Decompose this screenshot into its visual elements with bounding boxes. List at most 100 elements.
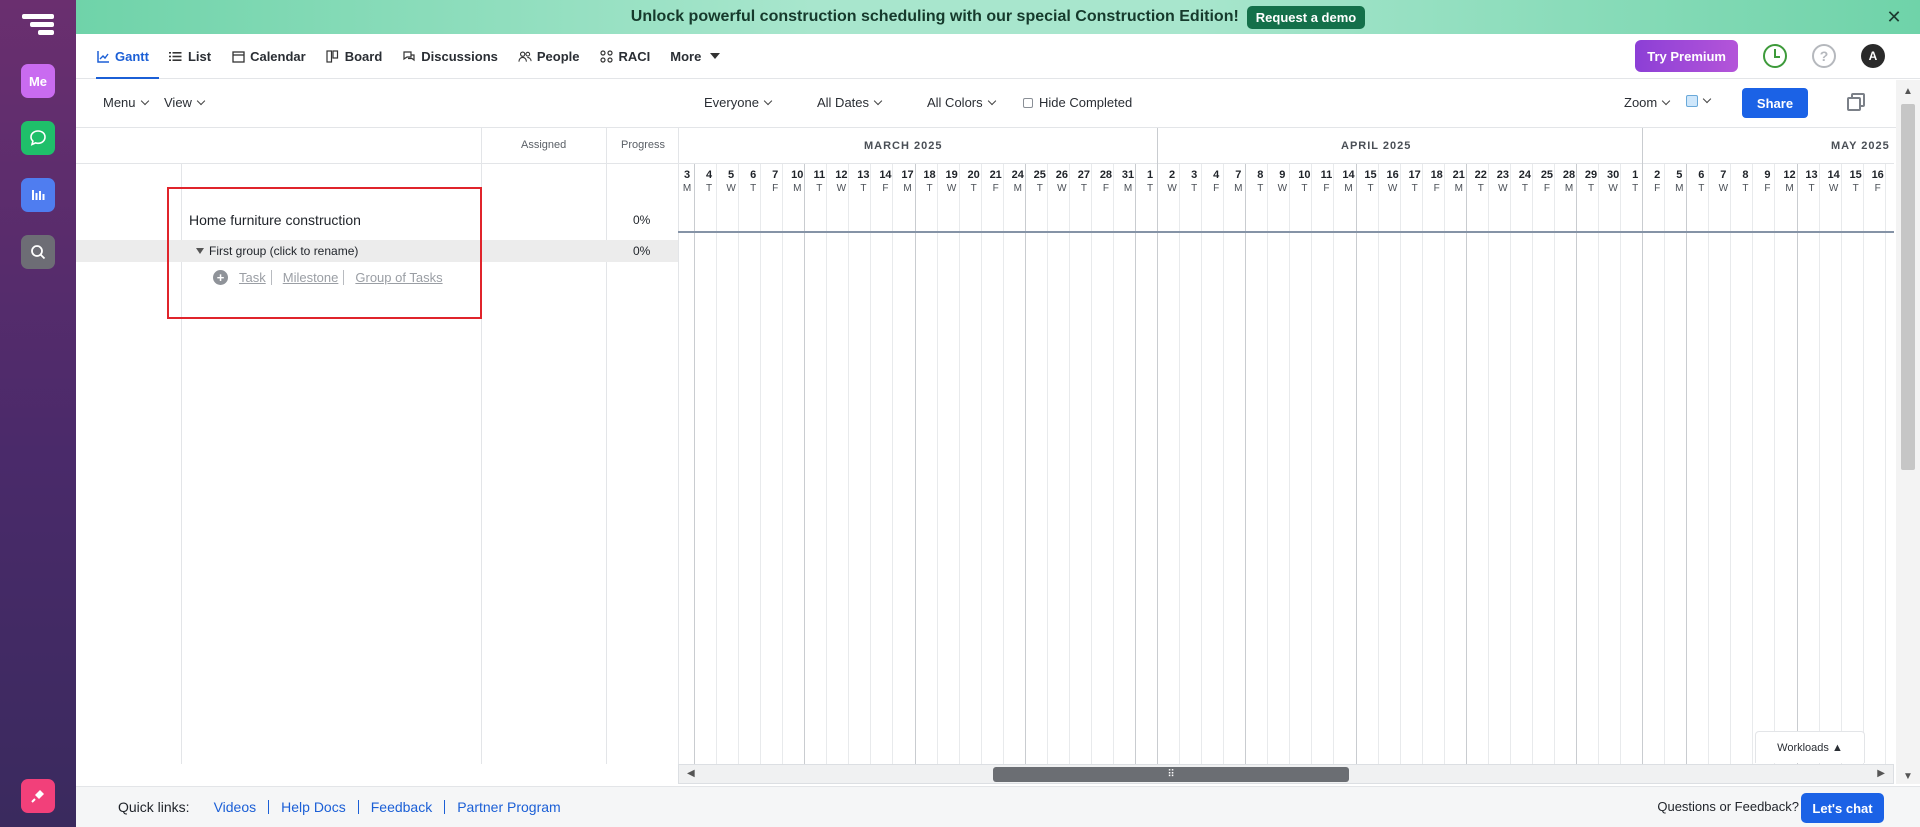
me-button[interactable]: Me bbox=[21, 64, 55, 98]
partner-program-link[interactable]: Partner Program bbox=[445, 800, 572, 814]
day-gridline bbox=[716, 164, 718, 764]
tab-discussions[interactable]: Discussions bbox=[392, 34, 508, 79]
avatar[interactable]: A bbox=[1861, 44, 1885, 68]
try-premium-button[interactable]: Try Premium bbox=[1635, 40, 1738, 72]
color-picker[interactable] bbox=[1686, 94, 1712, 107]
month-label: MARCH 2025 bbox=[864, 140, 943, 152]
assigned-column-header[interactable]: Assigned bbox=[521, 139, 566, 151]
left-rail: Me bbox=[0, 0, 76, 827]
project-progress: 0% bbox=[633, 213, 651, 227]
tab-board[interactable]: Board bbox=[316, 34, 393, 79]
day-gridline bbox=[1642, 128, 1644, 764]
grid-header-row bbox=[76, 128, 1894, 164]
day-label: 19M bbox=[1889, 169, 1895, 195]
hide-completed-checkbox[interactable] bbox=[1023, 97, 1033, 108]
vertical-scroll-thumb[interactable] bbox=[1901, 104, 1915, 470]
day-gridline bbox=[914, 164, 916, 764]
day-gridline bbox=[1708, 164, 1710, 764]
colors-filter[interactable]: All Colors bbox=[927, 95, 996, 110]
search-icon[interactable] bbox=[21, 235, 55, 269]
month-label: APRIL 2025 bbox=[1341, 140, 1412, 152]
request-demo-button[interactable]: Request a demo bbox=[1246, 5, 1366, 29]
day-gridline bbox=[1598, 164, 1600, 764]
day-gridline bbox=[1465, 164, 1467, 764]
chevron-down-icon bbox=[1661, 96, 1671, 105]
day-gridline bbox=[1355, 164, 1357, 764]
day-gridline bbox=[1730, 164, 1732, 764]
day-gridline bbox=[1862, 164, 1864, 764]
view-dropdown[interactable]: View bbox=[164, 95, 206, 110]
progress-column-header[interactable]: Progress bbox=[621, 139, 665, 151]
day-gridline bbox=[1840, 164, 1842, 764]
scroll-right-icon[interactable]: ▶ bbox=[1877, 768, 1885, 779]
day-gridline bbox=[826, 164, 828, 764]
chat-icon[interactable] bbox=[21, 121, 55, 155]
day-gridline bbox=[1201, 164, 1203, 764]
close-icon[interactable]: ✕ bbox=[1884, 7, 1904, 27]
promo-banner: Unlock powerful construction scheduling … bbox=[76, 0, 1920, 34]
everyone-filter[interactable]: Everyone bbox=[704, 95, 773, 110]
horizontal-scrollbar[interactable]: ◀ ⠿ ▶ bbox=[678, 764, 1894, 784]
tab-label: Discussions bbox=[421, 48, 498, 64]
tab-list[interactable]: List bbox=[159, 34, 221, 79]
scroll-left-icon[interactable]: ◀ bbox=[687, 768, 695, 779]
weekday-letter: M bbox=[1889, 182, 1894, 195]
plug-icon[interactable] bbox=[21, 779, 55, 813]
present-icon[interactable] bbox=[1847, 93, 1867, 111]
share-button[interactable]: Share bbox=[1742, 88, 1808, 118]
quick-links-label: Quick links: bbox=[118, 799, 190, 815]
chevron-down-icon bbox=[873, 96, 883, 105]
day-gridline bbox=[1752, 164, 1754, 764]
hide-completed-label: Hide Completed bbox=[1039, 95, 1133, 110]
day-gridline bbox=[738, 164, 740, 764]
scroll-down-icon[interactable]: ▼ bbox=[1903, 771, 1913, 782]
scroll-up-icon[interactable]: ▲ bbox=[1903, 86, 1913, 97]
day-gridline bbox=[958, 164, 960, 764]
day-gridline bbox=[1289, 164, 1291, 764]
menu-dropdown[interactable]: Menu bbox=[103, 95, 149, 110]
day-gridline bbox=[1818, 164, 1820, 764]
feedback-link[interactable]: Feedback bbox=[359, 800, 446, 814]
more-menu[interactable]: More bbox=[660, 34, 730, 79]
chevron-down-icon bbox=[987, 96, 996, 105]
vertical-scrollbar[interactable]: ▲ ▼ bbox=[1896, 80, 1920, 784]
logo-icon[interactable] bbox=[22, 14, 54, 38]
day-gridline bbox=[1576, 164, 1577, 764]
highlight-annotation-box bbox=[167, 187, 482, 319]
scroll-thumb[interactable]: ⠿ bbox=[993, 767, 1349, 782]
people-icon bbox=[518, 49, 532, 63]
day-gridline bbox=[1112, 164, 1114, 764]
hide-completed-toggle[interactable]: Hide Completed bbox=[1023, 95, 1132, 110]
calendar-icon bbox=[231, 49, 245, 63]
chevron-down-icon bbox=[763, 96, 773, 105]
tab-gantt[interactable]: Gantt bbox=[86, 34, 159, 79]
day-number: 19 bbox=[1889, 169, 1895, 182]
bar-chart-icon[interactable] bbox=[21, 178, 55, 212]
day-gridline bbox=[1509, 164, 1511, 764]
help-docs-link[interactable]: Help Docs bbox=[269, 800, 359, 814]
help-icon[interactable]: ? bbox=[1812, 44, 1836, 68]
tab-calendar[interactable]: Calendar bbox=[221, 34, 316, 79]
tab-raci[interactable]: RACI bbox=[590, 34, 661, 79]
day-gridline bbox=[1443, 164, 1445, 764]
banner-text: Unlock powerful construction scheduling … bbox=[630, 8, 1239, 25]
day-gridline bbox=[1245, 164, 1247, 764]
dates-filter[interactable]: All Dates bbox=[817, 95, 883, 110]
day-gridline bbox=[1002, 164, 1004, 764]
day-gridline bbox=[1399, 164, 1401, 764]
zoom-dropdown[interactable]: Zoom bbox=[1624, 95, 1671, 110]
view-label: View bbox=[164, 95, 192, 110]
videos-link[interactable]: Videos bbox=[202, 800, 270, 814]
questions-label: Questions or Feedback? bbox=[1657, 799, 1799, 814]
lets-chat-button[interactable]: Let's chat bbox=[1801, 793, 1884, 823]
tab-label: People bbox=[536, 48, 580, 64]
raci-icon bbox=[600, 49, 614, 63]
tab-people[interactable]: People bbox=[508, 34, 590, 79]
day-gridline bbox=[804, 164, 806, 764]
clock-icon[interactable] bbox=[1763, 44, 1787, 68]
day-gridline bbox=[870, 164, 872, 764]
day-gridline bbox=[1796, 164, 1798, 764]
workloads-toggle[interactable]: Workloads ▲ bbox=[1755, 731, 1865, 763]
day-gridline bbox=[1068, 164, 1070, 764]
view-tabs: Gantt List Calendar Board Discussions Pe… bbox=[76, 34, 1920, 79]
